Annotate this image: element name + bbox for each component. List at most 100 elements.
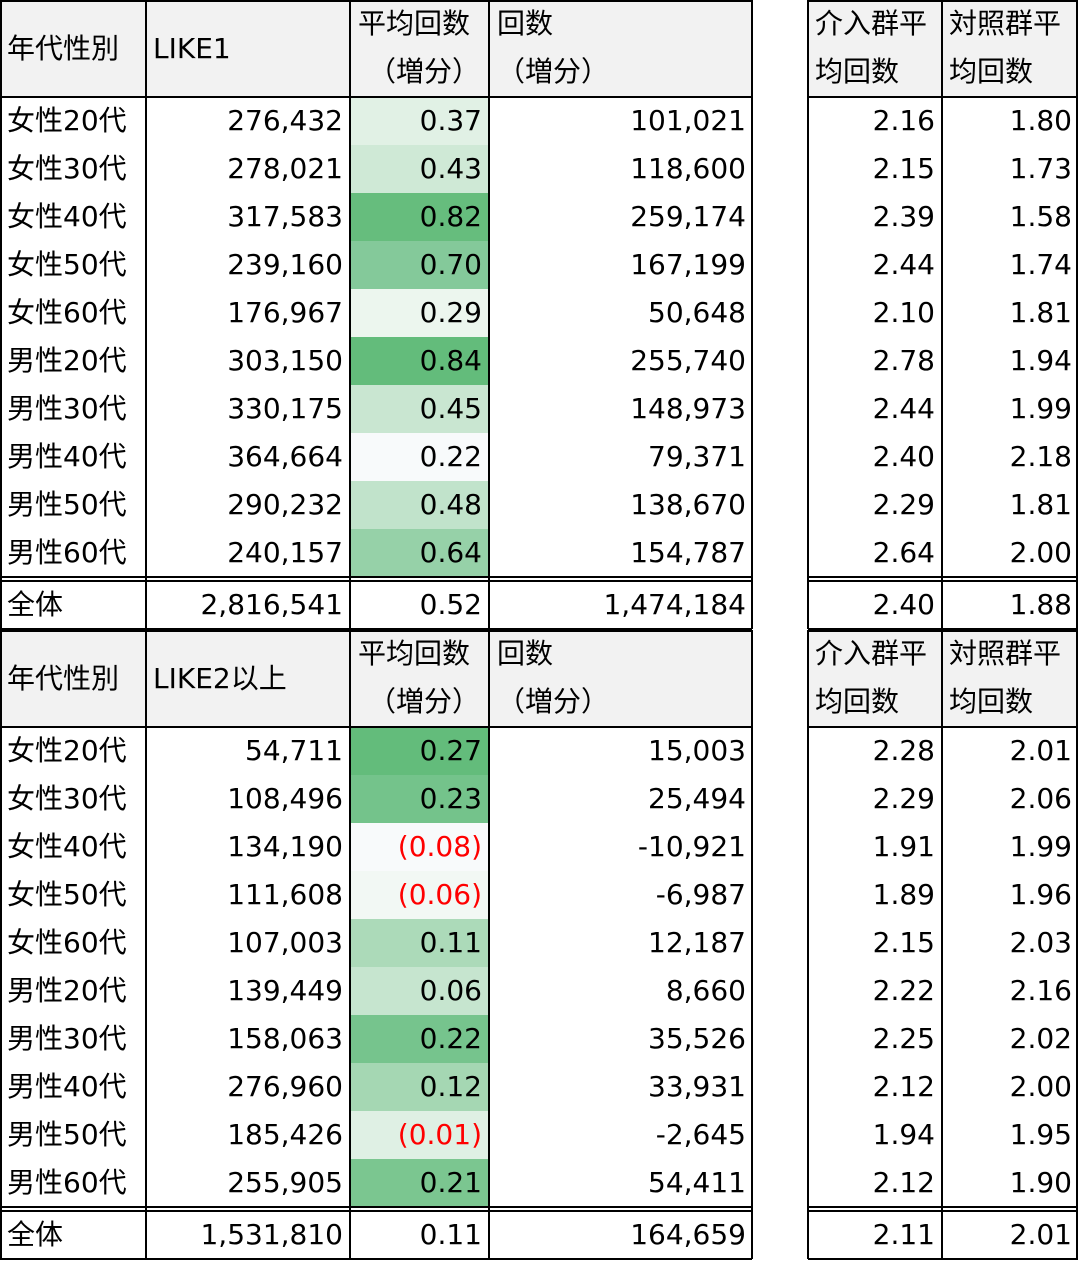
cell-ctl: 2.00 — [1009, 1070, 1072, 1103]
total-avg: 0.11 — [419, 1218, 482, 1251]
h-rule — [0, 576, 752, 578]
header-group-label: 年代性別 — [7, 31, 120, 65]
cell-label: 女性60代 — [7, 926, 127, 959]
v-rule — [807, 0, 809, 629]
cell-cnt: 50,648 — [648, 296, 746, 329]
cell-label: 女性50代 — [7, 248, 127, 281]
header-group-label: 年代性別 — [7, 661, 120, 695]
h-rule — [808, 1258, 1078, 1260]
cell-label: 女性30代 — [7, 782, 127, 815]
total-label: 全体 — [7, 1218, 64, 1251]
header-table-name: LIKE1 — [153, 31, 231, 65]
cell-avg: 0.43 — [350, 145, 488, 193]
cell-ctl: 2.03 — [1009, 926, 1072, 959]
cell-cnt: 25,494 — [648, 782, 746, 815]
total-int: 2.11 — [872, 1218, 935, 1251]
cell-int: 2.29 — [872, 782, 935, 815]
v-rule — [349, 0, 351, 629]
cell-cnt: 35,526 — [648, 1022, 746, 1055]
cell-label: 女性20代 — [7, 104, 127, 137]
v-rule — [751, 630, 753, 1259]
cell-like: 240,157 — [227, 536, 343, 569]
cell-ctl: 1.95 — [1009, 1118, 1072, 1151]
cell-cnt: 259,174 — [630, 200, 746, 233]
header-control-avg-line2: 均回数 — [949, 55, 1034, 88]
cell-like: 276,432 — [227, 104, 343, 137]
cell-label: 女性50代 — [7, 878, 127, 911]
total-avg: 0.52 — [419, 588, 482, 621]
cell-label: 女性60代 — [7, 296, 127, 329]
total-ctl: 2.01 — [1009, 1218, 1072, 1251]
cell-int: 2.44 — [872, 248, 935, 281]
cell-cnt: -10,921 — [637, 830, 746, 863]
header-control-avg-line1: 対照群平 — [949, 637, 1062, 670]
header-intervention-avg-line1: 介入群平 — [815, 7, 928, 40]
header-count-line1: 回数 — [497, 637, 554, 670]
v-rule — [488, 0, 490, 629]
h-rule — [0, 96, 752, 98]
cell-int: 2.22 — [872, 974, 935, 1007]
cell-ctl: 2.16 — [1009, 974, 1072, 1007]
cell-avg: 0.22 — [350, 1015, 488, 1063]
cell-cnt: 8,660 — [665, 974, 746, 1007]
cell-cnt: 118,600 — [630, 152, 746, 185]
cell-cnt: 255,740 — [630, 344, 746, 377]
cell-like: 134,190 — [227, 830, 343, 863]
v-rule — [0, 630, 2, 1259]
cell-int: 2.44 — [872, 392, 935, 425]
cell-ctl: 1.90 — [1009, 1166, 1072, 1199]
cell-avg: 0.12 — [350, 1063, 488, 1111]
cell-label: 女性30代 — [7, 152, 127, 185]
cell-ctl: 2.00 — [1009, 536, 1072, 569]
v-rule — [751, 0, 753, 629]
h-rule — [808, 96, 1078, 98]
cell-avg: (0.06) — [350, 871, 488, 919]
cell-label: 男性60代 — [7, 536, 127, 569]
cell-label: 男性20代 — [7, 974, 127, 1007]
cell-ctl: 1.94 — [1009, 344, 1072, 377]
v-rule — [349, 630, 351, 1259]
v-rule — [941, 630, 943, 1259]
cell-label: 男性60代 — [7, 1166, 127, 1199]
cell-like: 176,967 — [227, 296, 343, 329]
header-avg-count-line2: （増分） — [368, 55, 481, 88]
header-count-line2: （増分） — [497, 55, 610, 88]
cell-int: 1.91 — [872, 830, 935, 863]
h-rule — [808, 576, 1078, 578]
header-avg-count-line1: 平均回数 — [358, 7, 471, 40]
cell-like: 185,426 — [227, 1118, 343, 1151]
cell-ctl: 1.74 — [1009, 248, 1072, 281]
cell-ctl: 1.96 — [1009, 878, 1072, 911]
cell-cnt: 148,973 — [630, 392, 746, 425]
cell-int: 2.29 — [872, 488, 935, 521]
cell-ctl: 2.02 — [1009, 1022, 1072, 1055]
cell-avg: (0.08) — [350, 823, 488, 871]
cell-avg: 0.21 — [350, 1159, 488, 1207]
cell-int: 2.40 — [872, 440, 935, 473]
v-rule — [941, 0, 943, 629]
v-rule — [145, 630, 147, 1259]
header-intervention-avg-line1: 介入群平 — [815, 637, 928, 670]
cell-int: 2.64 — [872, 536, 935, 569]
cell-avg: 0.84 — [350, 337, 488, 385]
cell-cnt: -6,987 — [655, 878, 746, 911]
cell-like: 330,175 — [227, 392, 343, 425]
cell-label: 男性40代 — [7, 1070, 127, 1103]
v-rule — [807, 630, 809, 1259]
cell-like: 158,063 — [227, 1022, 343, 1055]
cell-ctl: 1.58 — [1009, 200, 1072, 233]
cell-cnt: -2,645 — [655, 1118, 746, 1151]
cell-like: 107,003 — [227, 926, 343, 959]
cell-like: 255,905 — [227, 1166, 343, 1199]
cell-cnt: 138,670 — [630, 488, 746, 521]
cell-label: 男性50代 — [7, 1118, 127, 1151]
cell-cnt: 15,003 — [648, 734, 746, 767]
cell-label: 男性50代 — [7, 488, 127, 521]
h-rule — [808, 1206, 1078, 1208]
cell-avg: 0.27 — [350, 727, 488, 775]
cell-int: 2.15 — [872, 152, 935, 185]
cell-int: 2.12 — [872, 1166, 935, 1199]
cell-like: 290,232 — [227, 488, 343, 521]
cell-cnt: 154,787 — [630, 536, 746, 569]
cell-avg: 0.48 — [350, 481, 488, 529]
